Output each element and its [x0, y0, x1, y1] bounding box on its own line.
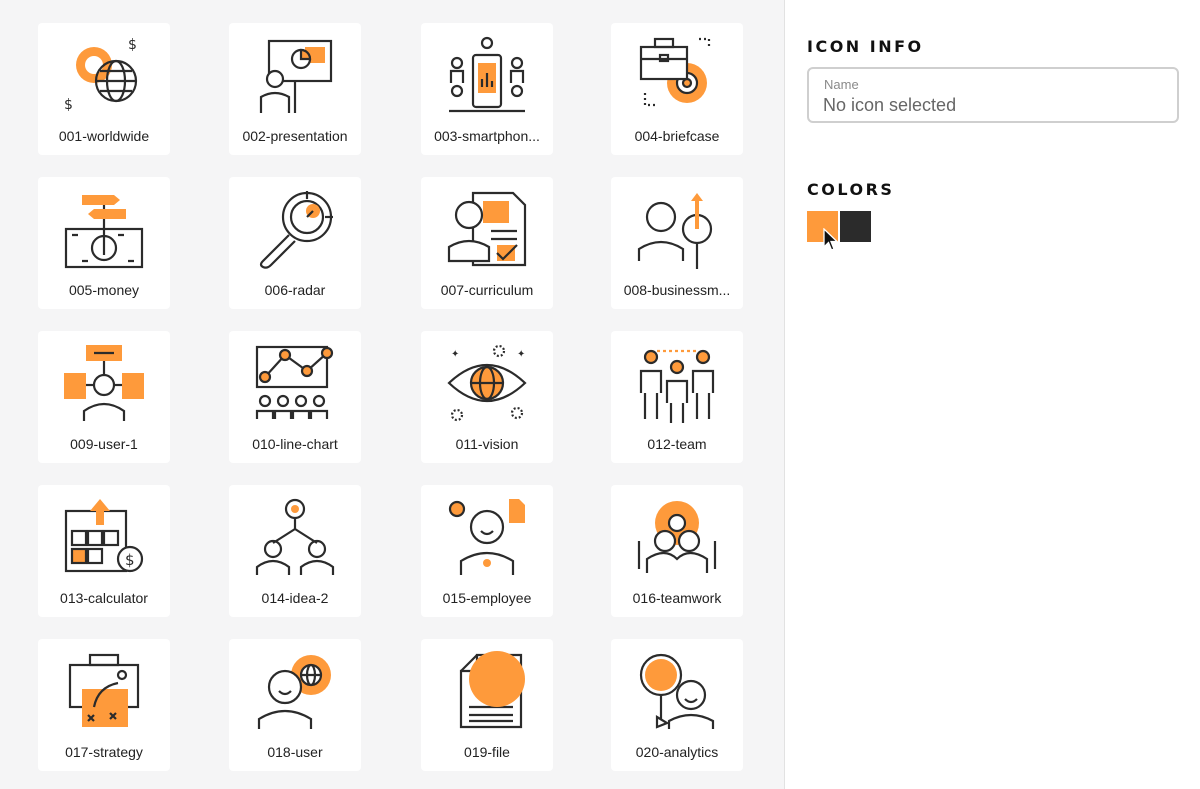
- smartphone-icon: [449, 36, 525, 113]
- icon-card-strategy[interactable]: 017-strategy: [38, 639, 170, 771]
- icon-label: 003-smartphon...: [434, 128, 540, 144]
- icon-info-panel: ICON INFO Name COLORS: [785, 0, 1200, 789]
- icon-label: 013-calculator: [60, 590, 148, 606]
- icon-label: 002-presentation: [242, 128, 348, 144]
- icon-card-money[interactable]: 005-money: [38, 177, 170, 309]
- strategy-icon: [68, 653, 140, 727]
- icon-card-user[interactable]: 018-user: [229, 639, 361, 771]
- name-field[interactable]: Name: [807, 67, 1179, 123]
- radar-icon: [259, 191, 333, 269]
- icon-card-worldwide[interactable]: $ $ 001-worldwide: [38, 23, 170, 155]
- icon-label: 007-curriculum: [440, 282, 534, 298]
- colors-heading: COLORS: [807, 180, 895, 199]
- icon-card-team[interactable]: 012-team: [611, 331, 743, 463]
- svg-text:✦: ✦: [451, 349, 459, 360]
- svg-text:$: $: [128, 37, 137, 53]
- icon-card-curriculum[interactable]: 007-curriculum: [421, 177, 553, 309]
- icon-card-file[interactable]: 019-file: [421, 639, 553, 771]
- svg-text:✦: ✦: [517, 349, 525, 360]
- icon-card-employee[interactable]: 015-employee: [421, 485, 553, 617]
- user-gear-icon: [257, 655, 331, 729]
- icon-card-user-1[interactable]: 009-user-1: [38, 331, 170, 463]
- icon-card-briefcase[interactable]: 004-briefcase: [611, 23, 743, 155]
- icon-grid: $ $ 001-worldwide 002-presentation 003-s…: [0, 0, 784, 789]
- employee-icon: [448, 499, 525, 575]
- vision-icon: ✦ ✦: [447, 344, 527, 422]
- icon-card-vision[interactable]: ✦ ✦ 011-vision: [421, 331, 553, 463]
- idea-icon: [255, 498, 335, 575]
- icon-card-presentation[interactable]: 002-presentation: [229, 23, 361, 155]
- calculator-icon: $: [64, 499, 144, 573]
- icon-card-idea-2[interactable]: 014-idea-2: [229, 485, 361, 617]
- icon-card-line-chart[interactable]: 010-line-chart: [229, 331, 361, 463]
- icon-card-analytics[interactable]: 020-analytics: [611, 639, 743, 771]
- icon-browser-app: $ $ 001-worldwide 002-presentation 003-s…: [0, 0, 1200, 789]
- icon-card-radar[interactable]: 006-radar: [229, 177, 361, 309]
- icon-card-teamwork[interactable]: 016-teamwork: [611, 485, 743, 617]
- icon-label: 004-briefcase: [634, 128, 720, 144]
- user-icon: [64, 345, 144, 421]
- icon-card-smartphone[interactable]: 003-smartphon...: [421, 23, 553, 155]
- icon-label: 009-user-1: [70, 436, 138, 452]
- businessman-icon: [637, 193, 713, 269]
- icon-label: 008-businessm...: [623, 282, 731, 298]
- icon-label: 011-vision: [455, 436, 519, 452]
- icon-label: 018-user: [267, 744, 323, 760]
- presentation-icon: [259, 39, 333, 113]
- teamwork-icon: [637, 501, 717, 573]
- icon-label: 012-team: [647, 436, 707, 452]
- team-icon: [639, 349, 715, 423]
- worldwide-icon: $ $: [64, 37, 138, 113]
- analytics-icon: [639, 653, 715, 729]
- svg-text:$: $: [64, 97, 73, 113]
- icon-label: 016-teamwork: [632, 590, 722, 606]
- line-chart-icon: [255, 345, 334, 419]
- icon-card-calculator[interactable]: $ 013-calculator: [38, 485, 170, 617]
- icon-label: 006-radar: [264, 282, 326, 298]
- name-field-label: Name: [824, 77, 859, 92]
- icon-label: 005-money: [68, 282, 140, 298]
- briefcase-icon: [639, 37, 711, 107]
- curriculum-icon: [447, 191, 527, 267]
- icon-label: 019-file: [464, 744, 510, 760]
- name-input[interactable]: [823, 93, 1163, 117]
- color-swatch-dark[interactable]: [840, 211, 871, 242]
- icon-card-businessman[interactable]: 008-businessm...: [611, 177, 743, 309]
- icon-label: 014-idea-2: [261, 590, 329, 606]
- icon-label: 017-strategy: [65, 744, 143, 760]
- icon-label: 015-employee: [442, 590, 532, 606]
- icon-label: 020-analytics: [635, 744, 719, 760]
- svg-text:$: $: [125, 551, 135, 569]
- icon-label: 001-worldwide: [58, 128, 150, 144]
- mouse-cursor-icon: [823, 228, 839, 251]
- icon-info-heading: ICON INFO: [807, 37, 924, 56]
- money-icon: [64, 195, 144, 269]
- file-icon: [459, 651, 525, 729]
- icon-label: 010-line-chart: [252, 436, 338, 452]
